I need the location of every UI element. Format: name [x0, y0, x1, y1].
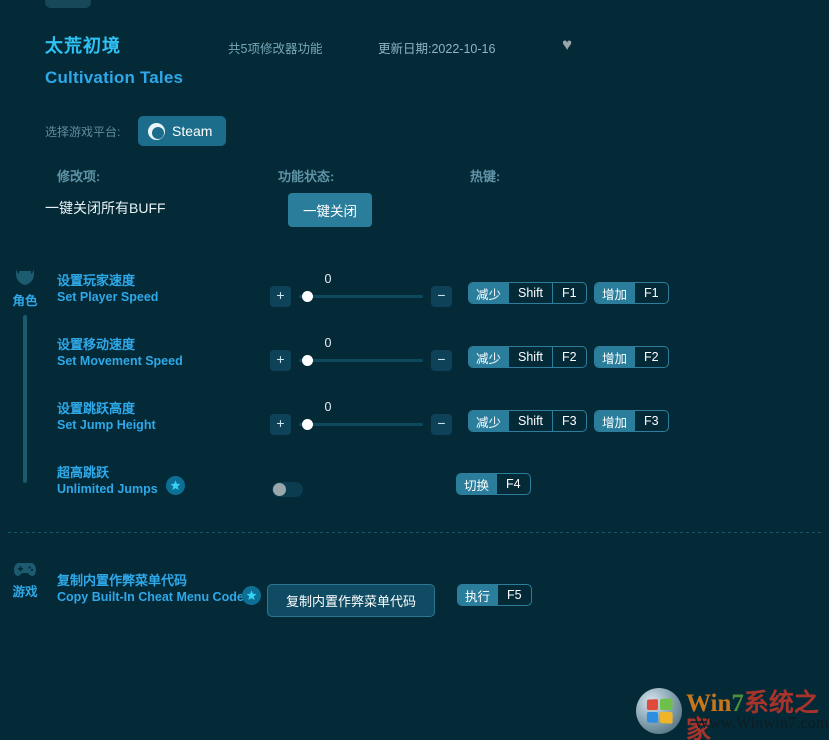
watermark-brand-seven: 7: [731, 690, 744, 717]
windows-logo-icon: [636, 688, 682, 734]
onekey-disable-label: 一键关闭所有BUFF: [45, 200, 166, 216]
row-label-cn: 设置玩家速度: [57, 273, 136, 288]
game-title-cn: 太荒初境: [45, 36, 121, 56]
platform-selector-row: 选择游戏平台: Steam: [0, 116, 829, 148]
hotkey-key: F1: [552, 283, 586, 303]
table-row: 设置玩家速度 Set Player Speed 0 + − 减少 Shift F…: [0, 272, 829, 336]
copy-cheat-menu-code-button[interactable]: 复制内置作弊菜单代码: [267, 584, 436, 617]
windows-flag: [646, 698, 673, 724]
hotkey-action-label: 增加: [595, 283, 635, 303]
increment-button[interactable]: +: [270, 286, 291, 307]
platform-label: 选择游戏平台:: [45, 125, 121, 139]
game-title-en: Cultivation Tales: [45, 68, 184, 87]
watermark-url: Www.Winwin7.com: [694, 715, 829, 732]
hotkey-action-label: 增加: [595, 347, 635, 367]
hotkey-toggle[interactable]: 切换 F4: [456, 473, 531, 495]
decrement-button[interactable]: −: [431, 414, 452, 435]
hotkey-execute[interactable]: 执行 F5: [457, 584, 532, 606]
hotkey-increase[interactable]: 增加 F3: [594, 410, 669, 432]
hotkey-key: F1: [634, 283, 668, 303]
hotkey-decrease[interactable]: 减少 Shift F3: [468, 410, 587, 432]
hotkey-action-label: 切换: [457, 474, 497, 494]
watermark-brand-win: Win: [686, 690, 732, 717]
steam-icon: [148, 122, 165, 140]
row-label-en: Set Movement Speed: [57, 354, 183, 368]
column-header-status: 功能状态:: [278, 169, 335, 184]
hotkey-action-label: 减少: [469, 283, 509, 303]
row-label-en: Set Jump Height: [57, 418, 156, 432]
slider-value: 0: [324, 272, 332, 286]
section-divider: [8, 532, 821, 533]
column-header-hotkey: 热键:: [470, 169, 501, 184]
slider-track[interactable]: [299, 350, 423, 371]
hotkey-action-label: 减少: [469, 347, 509, 367]
hotkey-key: F2: [634, 347, 668, 367]
hotkey-action-label: 增加: [595, 411, 635, 431]
hotkey-modifier-key: Shift: [508, 283, 552, 303]
slider-track[interactable]: [299, 414, 423, 435]
slider-knob[interactable]: [302, 355, 313, 366]
hotkey-action-label: 减少: [469, 411, 509, 431]
feature-count-label: 共5项修改器功能: [228, 42, 323, 56]
row-label: 设置玩家速度 Set Player Speed: [57, 272, 247, 305]
row-label-en: Set Player Speed: [57, 290, 159, 304]
header: 太荒初境 Cultivation Tales 共5项修改器功能 更新日期:202…: [0, 28, 829, 98]
decrement-button[interactable]: −: [431, 286, 452, 307]
hotkey-action-label: 执行: [458, 585, 498, 605]
row-label: 超高跳跃 Unlimited Jumps: [57, 464, 247, 497]
heart-icon[interactable]: ♥: [562, 36, 572, 53]
platform-steam-button[interactable]: Steam: [138, 116, 227, 146]
table-row: 超高跳跃 Unlimited Jumps 切换 F4: [0, 464, 829, 528]
toggle-knob: [273, 483, 286, 496]
hotkey-increase[interactable]: 增加 F2: [594, 346, 669, 368]
decrement-button[interactable]: −: [431, 350, 452, 371]
row-label-en: Unlimited Jumps: [57, 482, 158, 496]
row-label-cn: 复制内置作弊菜单代码: [57, 573, 188, 588]
column-header-option: 修改项:: [57, 169, 101, 184]
increment-button[interactable]: +: [270, 414, 291, 435]
hotkey-decrease[interactable]: 减少 Shift F2: [468, 346, 587, 368]
slider-control: + −: [270, 286, 452, 307]
slider-track-line: [299, 423, 423, 426]
row-label-cn: 设置移动速度: [57, 337, 136, 352]
slider-track[interactable]: [299, 286, 423, 307]
hotkey-key: F3: [634, 411, 668, 431]
row-label: 设置跳跃高度 Set Jump Height: [57, 400, 247, 433]
onekey-disable-button[interactable]: 一键关闭: [288, 193, 372, 227]
toggle-switch[interactable]: [272, 482, 303, 497]
platform-steam-label: Steam: [172, 123, 213, 139]
hotkey-key: F2: [552, 347, 586, 367]
hotkey-key: F5: [497, 585, 531, 605]
row-label-en: Copy Built-In Cheat Menu Code: [57, 590, 244, 604]
table-row: 设置移动速度 Set Movement Speed 0 + − 减少 Shift…: [0, 336, 829, 400]
hotkey-key: F4: [496, 474, 530, 494]
slider-knob[interactable]: [302, 291, 313, 302]
update-date-label: 更新日期:2022-10-16: [378, 42, 496, 56]
watermark: Win7系统之家 Www.Winwin7.com: [636, 688, 829, 740]
slider-value: 0: [324, 336, 332, 350]
hotkey-increase[interactable]: 增加 F1: [594, 282, 669, 304]
slider-control: + −: [270, 414, 452, 435]
hotkey-modifier-key: Shift: [508, 347, 552, 367]
increment-button[interactable]: +: [270, 350, 291, 371]
slider-value: 0: [324, 400, 332, 414]
slider-control: + −: [270, 350, 452, 371]
row-label: 设置移动速度 Set Movement Speed: [57, 336, 247, 369]
slider-track-line: [299, 359, 423, 362]
row-label: 复制内置作弊菜单代码 Copy Built-In Cheat Menu Code: [57, 572, 247, 605]
slider-knob[interactable]: [302, 419, 313, 430]
row-label-cn: 设置跳跃高度: [57, 401, 136, 416]
top-tab-partial[interactable]: [45, 0, 91, 8]
star-icon[interactable]: [166, 476, 185, 495]
row-label-cn: 超高跳跃: [57, 465, 110, 480]
star-icon[interactable]: [242, 586, 261, 605]
slider-track-line: [299, 295, 423, 298]
hotkey-key: F3: [552, 411, 586, 431]
hotkey-modifier-key: Shift: [508, 411, 552, 431]
hotkey-decrease[interactable]: 减少 Shift F1: [468, 282, 587, 304]
modifier-window: 太荒初境 Cultivation Tales 共5项修改器功能 更新日期:202…: [0, 0, 829, 740]
table-row: 设置跳跃高度 Set Jump Height 0 + − 减少 Shift F3…: [0, 400, 829, 464]
